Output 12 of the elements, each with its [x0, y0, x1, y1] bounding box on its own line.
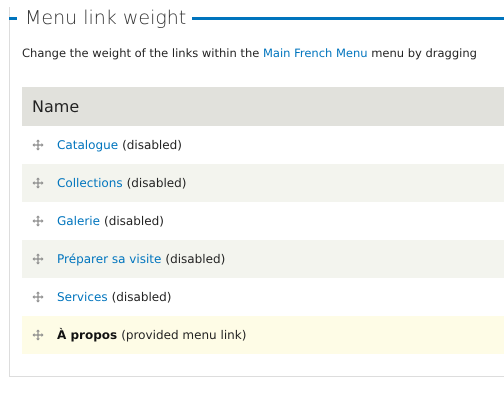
status-note: (disabled)	[112, 290, 172, 304]
status-note: (disabled)	[165, 252, 226, 266]
description-text: Change the weight of the links within the Main French Menu menu by dragging	[22, 45, 478, 61]
status-note: (disabled)	[104, 214, 164, 228]
status-note: (provided menu link)	[121, 328, 246, 342]
item-title: À propos	[57, 328, 118, 342]
status-note: (disabled)	[122, 138, 182, 152]
column-header: Name	[22, 87, 504, 126]
menu-link[interactable]: Main French Menu	[262, 46, 368, 60]
section-title: Menu link weight	[24, 7, 188, 29]
status-note: (disabled)	[126, 176, 186, 190]
drag-handle-icon[interactable]	[32, 329, 44, 341]
